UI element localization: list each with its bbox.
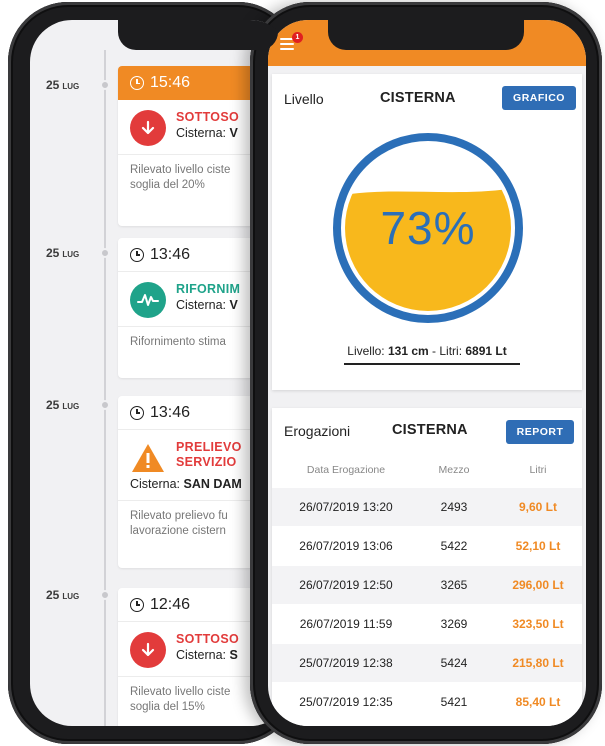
event-subtitle: Cisterna: V [176, 298, 238, 312]
cell-date: 26/07/2019 13:06 [299, 539, 393, 553]
table-row[interactable]: 25/07/2019 12:35 5421 85,40 Lt [272, 683, 582, 721]
clock-icon [130, 597, 144, 612]
event-title: SOTTOSO [176, 110, 239, 124]
level-caption: Livello: 131 cm - Litri: 6891 Lt [347, 344, 507, 358]
notification-badge: 1 [292, 32, 303, 43]
event-title: RIFORNIM [176, 282, 241, 296]
phone-notch [328, 20, 524, 50]
cell-vehicle: 5421 [440, 695, 468, 709]
panel-title: CISTERNA [380, 90, 456, 106]
cell-date: 26/07/2019 11:59 [299, 617, 393, 631]
table-header: Data Erogazione Mezzo Litri [272, 464, 582, 484]
dispensing-panel-header: Erogazioni CISTERNA REPORT [272, 408, 582, 452]
timeline-date: 25 LUG [46, 398, 80, 412]
cell-vehicle: 5424 [440, 656, 468, 670]
timeline-date: 25 LUG [46, 78, 80, 92]
level-gauge: 73% [330, 130, 526, 326]
panel-label: Erogazioni [284, 423, 351, 439]
table-row[interactable]: 26/07/2019 11:59 3269 323,50 Lt [272, 605, 582, 643]
caption-underline [344, 363, 520, 365]
warning-triangle-icon [130, 440, 166, 476]
event-subtitle: Cisterna: V [176, 126, 238, 140]
event-time: 15:46 [150, 74, 191, 91]
event-time: 13:46 [150, 403, 191, 421]
event-title: PRELIEVO SERVIZIO [176, 440, 242, 469]
cell-date: 25/07/2019 12:38 [299, 656, 393, 670]
phone-frame-front: 1 Livello CISTERNA GRAFICO 73% Livello: … [250, 2, 602, 744]
timeline-dot [100, 80, 110, 90]
level-panel: Livello CISTERNA GRAFICO 73% Livello: 13… [272, 74, 582, 390]
cell-liters: 215,80 Lt [512, 656, 564, 670]
dashboard-screen: 1 Livello CISTERNA GRAFICO 73% Livello: … [268, 20, 586, 726]
clock-icon [130, 405, 144, 420]
timeline-dot [100, 248, 110, 258]
table-row[interactable]: 26/07/2019 12:50 3265 296,00 Lt [272, 566, 582, 604]
report-button[interactable]: REPORT [506, 420, 574, 444]
cell-date: 26/07/2019 12:50 [299, 578, 393, 592]
arrow-down-icon [130, 632, 166, 668]
event-title: SOTTOSO [176, 632, 239, 646]
timeline-date: 25 LUG [46, 246, 80, 260]
table-row[interactable]: 25/07/2019 12:38 5424 215,80 Lt [272, 644, 582, 682]
level-percent: 73% [380, 202, 476, 254]
level-panel-header: Livello CISTERNA GRAFICO [272, 74, 582, 118]
timeline-dot [100, 400, 110, 410]
column-header: Data Erogazione [306, 464, 386, 476]
cell-liters: 9,60 Lt [518, 500, 557, 514]
cell-liters: 296,00 Lt [512, 578, 564, 592]
phone-notch [118, 20, 278, 50]
event-subtitle: Cisterna: S [176, 648, 238, 662]
timeline-line [104, 50, 106, 726]
column-header: Litri [529, 464, 547, 476]
cell-date: 25/07/2019 12:35 [299, 695, 393, 709]
cell-vehicle: 3269 [440, 617, 468, 631]
panel-label: Livello [284, 91, 324, 107]
cell-vehicle: 2493 [440, 500, 468, 514]
dispensing-panel: Erogazioni CISTERNA REPORT Data Erogazio… [272, 408, 582, 726]
event-time: 12:46 [150, 595, 191, 613]
event-time: 13:46 [150, 245, 191, 263]
table-row[interactable]: 26/07/2019 13:20 2493 9,60 Lt [272, 488, 582, 526]
cell-liters: 52,10 Lt [515, 539, 561, 553]
clock-icon [130, 247, 144, 262]
cell-liters: 85,40 Lt [515, 695, 561, 709]
cell-date: 26/07/2019 13:20 [299, 500, 393, 514]
cell-liters: 323,50 Lt [512, 617, 564, 631]
clock-icon [130, 76, 144, 90]
pulse-wave-icon [130, 282, 166, 318]
panel-title: CISTERNA [392, 422, 468, 438]
cell-vehicle: 3265 [440, 578, 468, 592]
arrow-down-icon [130, 110, 166, 146]
timeline-dot [100, 590, 110, 600]
table-row[interactable]: 26/07/2019 13:06 5422 52,10 Lt [272, 527, 582, 565]
column-header: Mezzo [438, 464, 470, 476]
cell-vehicle: 5422 [440, 539, 468, 553]
chart-button[interactable]: GRAFICO [502, 86, 576, 110]
timeline-date: 25 LUG [46, 588, 80, 602]
